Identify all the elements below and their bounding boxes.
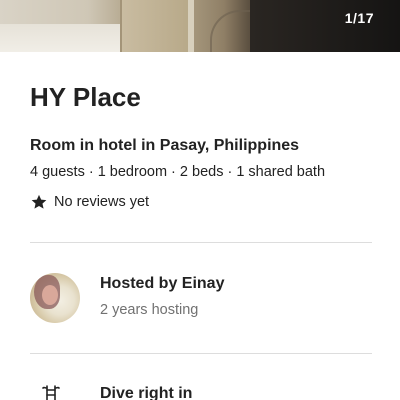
listing-details: 4 guests · 1 bedroom · 2 beds · 1 shared…	[30, 164, 326, 180]
avatar-face	[42, 285, 58, 305]
photo-counter: 1/17	[344, 10, 374, 26]
photo-shadow	[250, 0, 400, 52]
listing-page: 1/17 HY Place Room in hotel in Pasay, Ph…	[0, 0, 400, 400]
divider	[30, 353, 372, 354]
star-icon	[31, 194, 47, 209]
photo-door	[120, 0, 192, 52]
listing-subtitle: Room in hotel in Pasay, Philippines	[30, 137, 300, 154]
listing-photo[interactable]: 1/17	[0, 0, 400, 52]
pool-ladder-icon	[42, 385, 60, 400]
divider	[30, 242, 372, 243]
host-duration: 2 years hosting	[100, 302, 199, 318]
reviews-label: No reviews yet	[54, 194, 150, 210]
photo-frame	[188, 0, 194, 52]
host-name[interactable]: Hosted by Einay	[100, 275, 224, 293]
feature-title: Dive right in	[100, 385, 193, 400]
listing-title: HY Place	[30, 82, 141, 112]
reviews-summary: No reviews yet	[30, 193, 149, 211]
avatar[interactable]	[30, 273, 80, 323]
